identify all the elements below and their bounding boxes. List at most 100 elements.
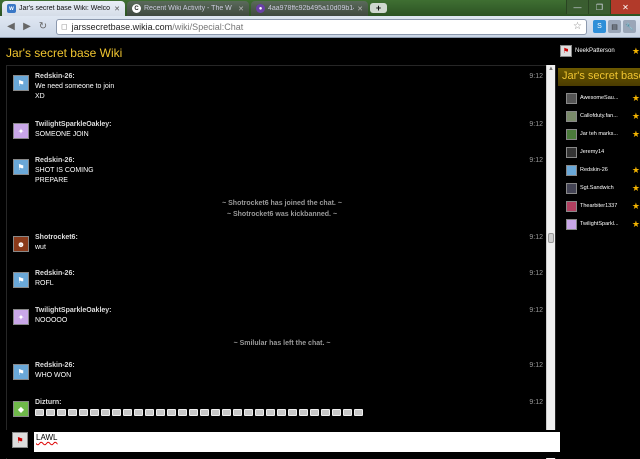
- user-list-item[interactable]: Jar teh marks... ★: [558, 125, 640, 143]
- bookmark-star-icon[interactable]: ☆: [573, 21, 582, 32]
- user-name: AwesomeSau...: [580, 95, 619, 101]
- pony-avatar[interactable]: ✦: [13, 123, 29, 139]
- chat-scrollbar[interactable]: ▲ ▼: [546, 65, 555, 459]
- user-list-item[interactable]: TwilightSparkl... ★: [558, 215, 640, 233]
- user-list-item[interactable]: Sgt.Sandwich ★: [558, 179, 640, 197]
- dizturn-avatar[interactable]: ◆: [13, 401, 29, 417]
- redskin-avatar[interactable]: ⚑: [13, 364, 29, 380]
- user-avatar: [566, 146, 577, 158]
- user-name: Jeremy14: [580, 149, 605, 155]
- message-time: 9:12: [529, 362, 543, 369]
- star-icon: ★: [631, 92, 640, 103]
- emote-icon: [200, 409, 209, 416]
- wiki-icon: w: [7, 4, 16, 13]
- close-window-button[interactable]: ✕: [610, 0, 640, 14]
- current-user[interactable]: ⚑ NeekPatterson ★: [558, 43, 640, 59]
- page-menu-icon[interactable]: ▤: [608, 20, 621, 33]
- emote-icon: [222, 409, 231, 416]
- user-list-item[interactable]: Thearbiter1337 ★: [558, 197, 640, 215]
- chat-messages[interactable]: ⚑ Redskin-26: 9:12 We need someone to jo…: [6, 65, 556, 459]
- message-time: 9:12: [529, 234, 543, 241]
- message-input[interactable]: LAWL: [34, 432, 560, 452]
- close-tab-icon[interactable]: ✕: [357, 5, 363, 13]
- user-avatar: [566, 110, 577, 122]
- redskin-avatar[interactable]: ⚑: [13, 159, 29, 175]
- tab-label: Jar's secret base Wiki: Welco: [19, 5, 111, 12]
- emote-icon: [332, 409, 341, 416]
- emote-icon: [354, 409, 363, 416]
- user-list-item[interactable]: AwesomeSau... ★: [558, 89, 640, 107]
- message-time: 9:12: [529, 157, 543, 164]
- user-list-item[interactable]: Redskin-26 ★: [558, 161, 640, 179]
- extension-icon[interactable]: S: [593, 20, 606, 33]
- emote-icon: [189, 409, 198, 416]
- scroll-up-icon[interactable]: ▲: [547, 65, 555, 73]
- message-text: XD: [35, 93, 45, 100]
- address-bar[interactable]: ◻ jarssecretbase.wikia.com/wiki/Special:…: [56, 18, 587, 35]
- pony-avatar[interactable]: ✦: [13, 309, 29, 325]
- emote-row: [35, 409, 363, 416]
- message-user[interactable]: TwilightSparkleOakley:: [35, 121, 112, 128]
- message-user[interactable]: Dizturn:: [35, 399, 61, 406]
- tab-jars-secret-base[interactable]: w Jar's secret base Wiki: Welco ✕: [2, 1, 125, 16]
- message-user[interactable]: TwilightSparkleOakley:: [35, 307, 112, 314]
- emote-icon: [167, 409, 176, 416]
- emote-icon: [123, 409, 132, 416]
- tab-image[interactable]: ● 4aa978ffc92b495a10d09b14 ✕: [251, 1, 368, 16]
- user-list-item[interactable]: Callofduty.fan... ★: [558, 107, 640, 125]
- message-text: SOMEONE JOIN: [35, 131, 89, 138]
- message-user[interactable]: Redskin-26:: [35, 73, 75, 80]
- tab-label: 4aa978ffc92b495a10d09b14: [268, 5, 355, 12]
- wrench-icon[interactable]: 🔧: [623, 20, 636, 33]
- browser-toolbar: ◀ ▶ ↻ ◻ jarssecretbase.wikia.com/wiki/Sp…: [0, 16, 640, 38]
- message-text: WHO WON: [35, 372, 72, 379]
- shotrocket-avatar[interactable]: ☻: [13, 236, 29, 252]
- message-time: 9:12: [529, 307, 543, 314]
- user-name: TwilightSparkl...: [580, 221, 619, 227]
- tab-strip: w Jar's secret base Wiki: Welco ✕ C Rece…: [0, 0, 640, 16]
- new-tab-button[interactable]: +: [370, 3, 387, 13]
- emote-icon: [57, 409, 66, 416]
- user-name: Callofduty.fan...: [580, 113, 618, 119]
- emote-icon: [233, 409, 242, 416]
- star-icon: ★: [631, 218, 640, 229]
- user-avatar: [566, 218, 577, 230]
- reload-icon[interactable]: ↻: [36, 20, 50, 34]
- redskin-avatar[interactable]: ⚑: [13, 272, 29, 288]
- user-list-item[interactable]: Jeremy14: [558, 143, 640, 161]
- message-text: NOOOOO: [35, 317, 68, 324]
- emote-icon: [310, 409, 319, 416]
- message-user[interactable]: Redskin-26:: [35, 157, 75, 164]
- emote-icon: [90, 409, 99, 416]
- user-avatar: [566, 164, 577, 176]
- maximize-button[interactable]: ❐: [588, 0, 610, 14]
- user-name: Jar teh marks...: [580, 131, 618, 137]
- tab-recent-activity[interactable]: C Recent Wiki Activity - The W ✕: [127, 1, 249, 16]
- message-user[interactable]: Redskin-26:: [35, 362, 75, 369]
- my-avatar: ⚑: [12, 432, 28, 448]
- user-avatar: [566, 92, 577, 104]
- user-name: Redskin-26: [580, 167, 608, 173]
- message-user[interactable]: Redskin-26:: [35, 270, 75, 277]
- scroll-thumb[interactable]: [548, 233, 554, 243]
- emote-icon: [68, 409, 77, 416]
- back-icon[interactable]: ◀: [4, 20, 18, 34]
- emote-icon: [134, 409, 143, 416]
- close-tab-icon[interactable]: ✕: [114, 5, 120, 13]
- chat-page: Jar's secret base Wiki ⚑ Redskin-26: 9:1…: [0, 39, 640, 459]
- tab-label: Recent Wiki Activity - The W: [144, 5, 232, 12]
- forward-icon[interactable]: ▶: [20, 20, 34, 34]
- c-icon: C: [132, 4, 141, 13]
- close-tab-icon[interactable]: ✕: [238, 5, 244, 13]
- minimize-button[interactable]: —: [566, 0, 588, 14]
- message-user[interactable]: Shotrocket6:: [35, 234, 78, 241]
- redskin-avatar[interactable]: ⚑: [13, 75, 29, 91]
- url-text[interactable]: jarssecretbase.wikia.com/wiki/Special:Ch…: [72, 22, 569, 32]
- emote-icon: [156, 409, 165, 416]
- star-icon: ★: [631, 128, 640, 139]
- room-title[interactable]: Jar's secret base Wiki: [558, 68, 640, 86]
- chat-alert: ~ Smilular has left the chat. ~: [233, 340, 331, 347]
- emote-icon: [244, 409, 253, 416]
- star-icon: ★: [631, 110, 640, 121]
- user-avatar: [566, 200, 577, 212]
